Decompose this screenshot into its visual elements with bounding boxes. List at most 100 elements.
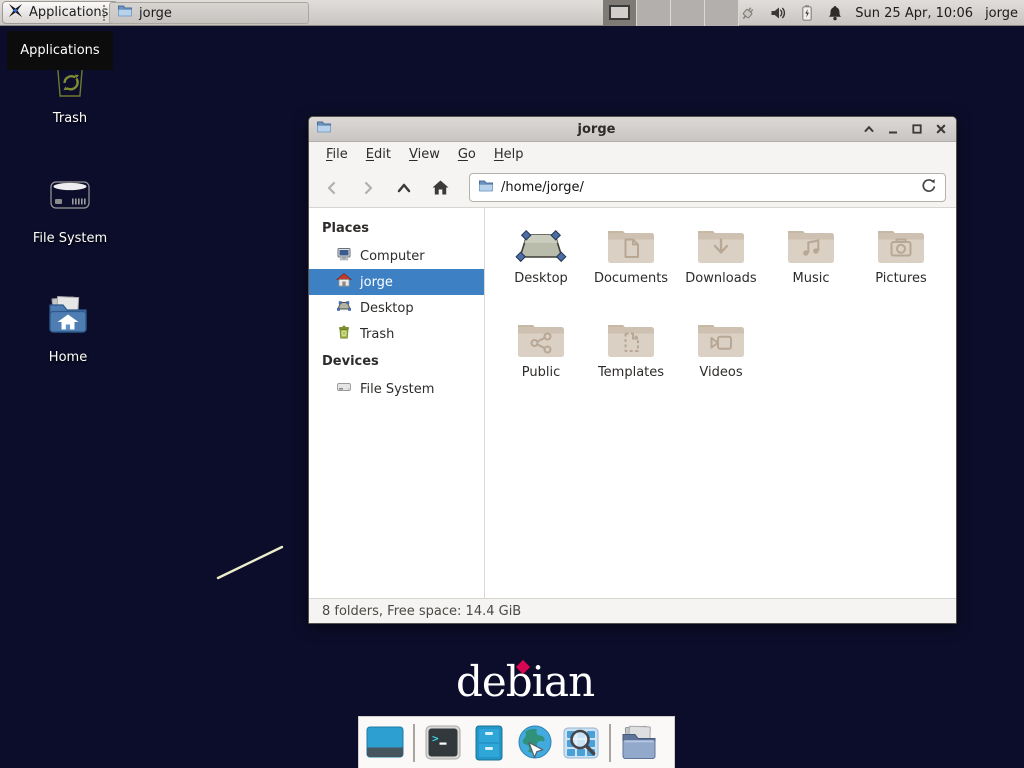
- battery-icon[interactable]: [799, 4, 815, 22]
- folder-label: Public: [522, 365, 560, 380]
- downloads-folder-icon: [695, 223, 747, 265]
- file-manager-cabinet-icon[interactable]: [469, 723, 509, 763]
- videos-folder-icon: [695, 317, 747, 359]
- folder-icon: [117, 3, 133, 23]
- folder-label: Documents: [594, 271, 668, 286]
- forward-button[interactable]: [355, 175, 381, 201]
- workspace-4[interactable]: [705, 0, 739, 26]
- menu-bar: File Edit View Go Help: [309, 142, 956, 168]
- close-button[interactable]: [933, 121, 949, 137]
- applications-tooltip: Applications: [7, 31, 113, 70]
- folder-label: Downloads: [685, 271, 756, 286]
- system-tray: Sun 25 Apr, 10:06 jorge: [739, 0, 1018, 26]
- home-icon: [336, 272, 352, 292]
- username-label: jorge: [985, 6, 1018, 21]
- folder-item-public[interactable]: Public: [496, 312, 586, 406]
- desktop-icon-home[interactable]: Home: [20, 292, 116, 365]
- templates-folder-icon: [605, 317, 657, 359]
- menu-view[interactable]: View: [400, 142, 449, 168]
- top-panel: Applications jorge Sun 25 Apr, 10:06 jor…: [0, 0, 1024, 26]
- sidebar-item-jorge[interactable]: jorge: [309, 269, 484, 295]
- sidebar-item-trash[interactable]: Trash: [309, 321, 484, 347]
- folder-item-pictures[interactable]: Pictures: [856, 218, 946, 312]
- menu-edit[interactable]: Edit: [357, 142, 400, 168]
- sidebar-item-label: Trash: [360, 327, 394, 342]
- folder-item-desktop[interactable]: Desktop: [496, 218, 586, 312]
- taskbar-window-button[interactable]: jorge: [109, 2, 309, 24]
- toolbar: /home/jorge/: [309, 168, 956, 208]
- back-button[interactable]: [319, 175, 345, 201]
- shade-button[interactable]: [861, 121, 877, 137]
- applications-menu-label: Applications: [29, 5, 108, 20]
- dock-separator: [413, 724, 415, 762]
- clock[interactable]: Sun 25 Apr, 10:06: [855, 6, 973, 21]
- window-title: jorge: [332, 122, 861, 137]
- maximize-button[interactable]: [909, 121, 925, 137]
- window-titlebar[interactable]: jorge: [309, 117, 956, 142]
- hard-drive-icon: [46, 173, 94, 225]
- trash-icon: [336, 324, 352, 344]
- workspace-switcher: [603, 0, 739, 26]
- workspace-3[interactable]: [671, 0, 705, 26]
- notifications-bell-icon[interactable]: [827, 4, 843, 22]
- menu-file[interactable]: File: [317, 142, 357, 168]
- svg-text:>: >: [432, 732, 439, 745]
- music-folder-icon: [785, 223, 837, 265]
- status-bar: 8 folders, Free space: 14.4 GiB: [309, 598, 956, 623]
- dock-separator: [609, 724, 611, 762]
- window-controls: [861, 121, 949, 137]
- stray-line-artifact: [212, 540, 288, 584]
- workspace-2[interactable]: [637, 0, 671, 26]
- drive-icon: [336, 379, 352, 399]
- folder-label: Pictures: [875, 271, 926, 286]
- minimize-button[interactable]: [885, 121, 901, 137]
- reload-button[interactable]: [920, 177, 937, 198]
- path-text[interactable]: /home/jorge/: [501, 180, 913, 195]
- home-button[interactable]: [427, 175, 453, 201]
- path-folder-icon: [478, 178, 494, 198]
- panel-handle[interactable]: [103, 5, 107, 21]
- menu-help[interactable]: Help: [485, 142, 533, 168]
- desktop-icon-label: Trash: [53, 111, 87, 126]
- sidebar-header-places: Places: [309, 214, 484, 243]
- network-icon[interactable]: [739, 4, 757, 22]
- folder-item-downloads[interactable]: Downloads: [676, 218, 766, 312]
- folder-label: Music: [793, 271, 830, 286]
- folder-label: Templates: [598, 365, 664, 380]
- applications-menu-button[interactable]: Applications: [2, 1, 118, 24]
- sidebar-item-file-system[interactable]: File System: [309, 376, 484, 402]
- dock-panel: >: [358, 716, 675, 768]
- desktop-icon-label: Home: [49, 350, 87, 365]
- desktop-icon-label: File System: [33, 231, 107, 246]
- folder-item-templates[interactable]: Templates: [586, 312, 676, 406]
- menu-go[interactable]: Go: [449, 142, 485, 168]
- computer-icon: [336, 246, 352, 266]
- application-finder-icon[interactable]: [561, 723, 601, 763]
- folder-label: Desktop: [514, 271, 568, 286]
- sidebar-item-desktop[interactable]: Desktop: [309, 295, 484, 321]
- sidebar-item-label: File System: [360, 382, 434, 397]
- sidebar-item-label: Desktop: [360, 301, 414, 316]
- up-button[interactable]: [391, 175, 417, 201]
- terminal-icon[interactable]: >: [423, 723, 463, 763]
- window-folder-icon[interactable]: [316, 119, 332, 139]
- window-body: Places Computer jorge Desktop: [309, 208, 956, 598]
- workspace-window-thumbnail: [609, 5, 630, 20]
- sidebar-item-label: jorge: [360, 275, 393, 290]
- folder-item-documents[interactable]: Documents: [586, 218, 676, 312]
- debian-logo: debian: [456, 658, 594, 706]
- folder-item-music[interactable]: Music: [766, 218, 856, 312]
- volume-icon[interactable]: [769, 4, 787, 22]
- address-bar[interactable]: /home/jorge/: [469, 173, 946, 202]
- folder-launcher-icon[interactable]: [619, 723, 659, 763]
- sidebar-item-computer[interactable]: Computer: [309, 243, 484, 269]
- web-browser-globe-icon[interactable]: [515, 723, 555, 763]
- folder-item-videos[interactable]: Videos: [676, 312, 766, 406]
- file-manager-window: jorge File Edit View Go Help: [308, 116, 957, 624]
- workspace-1[interactable]: [603, 0, 637, 26]
- desktop-icon-file-system[interactable]: File System: [22, 173, 118, 246]
- home-folder-icon: [44, 292, 92, 344]
- show-desktop-icon[interactable]: [365, 723, 405, 763]
- documents-folder-icon: [605, 223, 657, 265]
- desktop-icon: [336, 298, 352, 318]
